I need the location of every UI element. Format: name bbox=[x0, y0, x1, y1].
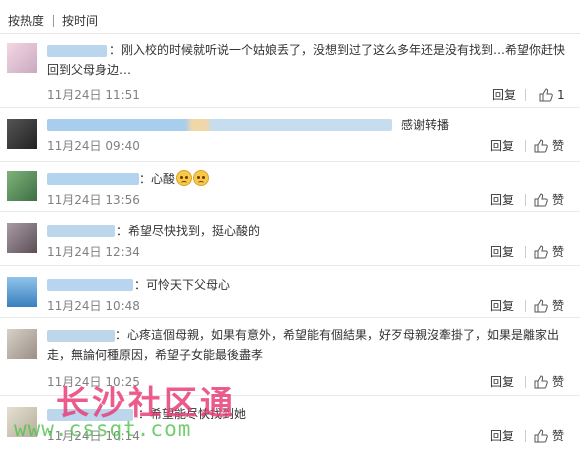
avatar[interactable] bbox=[7, 223, 37, 253]
reply-button[interactable]: 回复 bbox=[490, 299, 514, 313]
comment-item: ：心酸 11月24日 13:56 回复 赞 bbox=[0, 162, 580, 212]
username-blurred[interactable] bbox=[47, 279, 133, 291]
reply-button[interactable]: 回复 bbox=[490, 375, 514, 389]
sort-by-time-tab[interactable]: 按时间 bbox=[62, 14, 98, 28]
like-button[interactable]: 赞 bbox=[534, 374, 564, 390]
like-label: 赞 bbox=[552, 429, 565, 443]
like-button[interactable]: 1 bbox=[539, 87, 565, 103]
comment-time: 11月24日 10:48 bbox=[47, 299, 140, 313]
like-label: 赞 bbox=[552, 193, 565, 207]
sad-emoji-icon bbox=[176, 170, 193, 186]
comment-text: ：心疼這個母親，如果有意外，希望能有個結果，好歹母親沒牽掛了，如果是離家出走，無… bbox=[47, 328, 560, 362]
thumbs-up-icon bbox=[534, 245, 548, 259]
comment-item: ：刚入校的时候就听说一个姑娘丢了，没想到过了这么多年还是没有找到…希望你赶快回到… bbox=[0, 34, 580, 108]
reply-button[interactable]: 回复 bbox=[490, 429, 514, 443]
sad-emoji-icon bbox=[193, 170, 210, 186]
like-label: 赞 bbox=[552, 375, 565, 389]
comment-time: 11月24日 12:34 bbox=[47, 245, 140, 259]
comment-time: 11月24日 11:51 bbox=[47, 88, 140, 102]
like-button[interactable]: 赞 bbox=[534, 244, 564, 260]
thumbs-up-icon bbox=[534, 375, 548, 389]
action-divider bbox=[525, 89, 526, 101]
action-divider bbox=[525, 376, 526, 388]
thumbs-up-icon bbox=[534, 193, 548, 207]
like-label: 赞 bbox=[552, 245, 565, 259]
comment-text: 感谢转播 bbox=[401, 118, 450, 132]
reply-button[interactable]: 回复 bbox=[490, 245, 514, 259]
thumbs-up-icon bbox=[534, 139, 548, 153]
avatar[interactable] bbox=[7, 43, 37, 73]
comment-text: ：可怜天下父母心 bbox=[134, 278, 231, 292]
like-button[interactable]: 赞 bbox=[534, 192, 564, 208]
action-divider bbox=[525, 246, 526, 258]
action-divider bbox=[525, 300, 526, 312]
reply-button[interactable]: 回复 bbox=[492, 88, 516, 102]
comment-text: ：心酸 bbox=[139, 169, 210, 189]
thumbs-up-icon bbox=[534, 299, 548, 313]
reply-button[interactable]: 回复 bbox=[490, 139, 514, 153]
watermark-title: 长沙社区通 bbox=[56, 383, 236, 422]
thumbs-up-icon bbox=[534, 429, 548, 443]
username-blurred[interactable] bbox=[47, 225, 115, 237]
username-blurred[interactable] bbox=[47, 173, 139, 185]
sort-bar: 按热度 按时间 bbox=[0, 0, 580, 34]
like-button[interactable]: 赞 bbox=[534, 428, 564, 444]
like-button[interactable]: 赞 bbox=[534, 138, 564, 154]
like-button[interactable]: 赞 bbox=[534, 298, 564, 314]
action-divider bbox=[525, 194, 526, 206]
avatar[interactable] bbox=[7, 277, 37, 307]
comment-time: 11月24日 09:40 bbox=[47, 139, 140, 153]
like-label: 赞 bbox=[552, 299, 565, 313]
action-divider bbox=[525, 140, 526, 152]
sort-separator bbox=[53, 15, 54, 27]
like-label: 赞 bbox=[552, 139, 565, 153]
sort-by-hot-tab[interactable]: 按热度 bbox=[8, 14, 44, 28]
avatar[interactable] bbox=[7, 171, 37, 201]
avatar[interactable] bbox=[7, 329, 37, 359]
avatar[interactable] bbox=[7, 119, 37, 149]
reply-button[interactable]: 回复 bbox=[490, 193, 514, 207]
like-count: 1 bbox=[557, 88, 565, 102]
thumbs-up-icon bbox=[539, 88, 553, 102]
username-blurred[interactable] bbox=[47, 119, 392, 131]
action-divider bbox=[525, 430, 526, 442]
comment-item: 感谢转播 11月24日 09:40 回复 赞 bbox=[0, 108, 580, 162]
comment-time: 11月24日 13:56 bbox=[47, 193, 140, 207]
comment-text: ：刚入校的时候就听说一个姑娘丢了，没想到过了这么多年还是没有找到…希望你赶快回到… bbox=[47, 43, 566, 77]
comment-item: ：可怜天下父母心 11月24日 10:48 回复 赞 bbox=[0, 266, 580, 318]
watermark-url: www.cssqt.com bbox=[14, 417, 192, 441]
comment-text: ：希望尽快找到，挺心酸的 bbox=[116, 224, 261, 238]
comment-item: ：希望尽快找到，挺心酸的 11月24日 12:34 回复 赞 bbox=[0, 212, 580, 266]
